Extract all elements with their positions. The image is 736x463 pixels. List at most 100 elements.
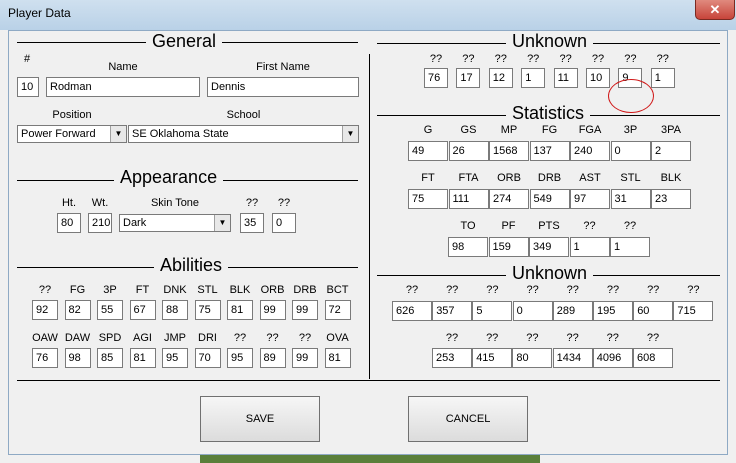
unknown2-field[interactable]: 715 <box>673 301 714 321</box>
stat-field[interactable]: 98 <box>448 237 488 257</box>
stat-field[interactable]: 137 <box>529 141 570 161</box>
ability-field[interactable]: 89 <box>259 348 286 368</box>
ability-field[interactable]: 98 <box>64 348 91 368</box>
stat-field[interactable]: 1568 <box>489 141 529 161</box>
unknown1-field[interactable]: 12 <box>488 68 513 88</box>
ability-label: FG <box>69 284 86 296</box>
unknown2-field[interactable]: 60 <box>633 301 674 321</box>
ability-field[interactable]: 99 <box>259 300 286 320</box>
unknown1-field[interactable]: 11 <box>553 68 578 88</box>
appearance-unknown-1-field[interactable]: 35 <box>240 213 264 233</box>
stat-field[interactable]: 31 <box>610 189 651 209</box>
title-bar[interactable]: Player Data ✕ <box>0 0 736 30</box>
number-field[interactable]: 10 <box>17 77 39 97</box>
unknown2-field[interactable]: 415 <box>472 348 513 368</box>
chevron-down-icon[interactable]: ▼ <box>342 126 358 142</box>
unknown2-label: ?? <box>606 332 619 344</box>
unknown2-field[interactable]: 4096 <box>592 348 633 368</box>
unknown2-label: ?? <box>566 332 579 344</box>
school-select[interactable]: SE Oklahoma State ▼ <box>128 125 359 143</box>
appearance-unknown-1-label: ?? <box>245 197 259 209</box>
unknown1-field[interactable]: 10 <box>586 68 610 88</box>
ability-field[interactable]: 81 <box>227 300 253 320</box>
ability-field[interactable]: 67 <box>129 300 156 320</box>
unknown1-label: ?? <box>559 53 572 65</box>
unknown2-field[interactable]: 5 <box>472 301 513 321</box>
unknown2-field[interactable]: 357 <box>432 301 473 321</box>
stat-label: STL <box>620 172 641 184</box>
ability-label: ?? <box>298 332 312 344</box>
unknown2-field[interactable]: 1434 <box>552 348 593 368</box>
ability-field[interactable]: 76 <box>32 348 58 368</box>
ability-field[interactable]: 70 <box>194 348 221 368</box>
stat-field[interactable]: 240 <box>570 141 610 161</box>
unknown2-field[interactable]: 0 <box>512 301 553 321</box>
stat-field[interactable]: 2 <box>651 141 691 161</box>
stat-label: DRB <box>537 172 562 184</box>
ability-label: OAW <box>32 332 58 344</box>
close-button[interactable]: ✕ <box>695 0 735 20</box>
unknown1-field[interactable]: 1 <box>650 68 675 88</box>
stat-label: AST <box>579 172 601 184</box>
ability-field[interactable]: 55 <box>97 300 123 320</box>
stat-field[interactable]: 549 <box>529 189 570 209</box>
skin-tone-value: Dark <box>123 217 147 229</box>
unknown2-label: ?? <box>526 332 539 344</box>
stat-field[interactable]: 1 <box>610 237 650 257</box>
save-button[interactable]: SAVE <box>200 396 320 442</box>
height-label: Ht. <box>61 197 77 209</box>
unknown2-label: ?? <box>687 284 700 296</box>
ability-field[interactable]: 95 <box>162 348 188 368</box>
stat-field[interactable]: 159 <box>488 237 529 257</box>
first-name-field[interactable]: Dennis <box>207 77 359 97</box>
stat-field[interactable]: 49 <box>408 141 448 161</box>
unknown2-label: ?? <box>405 284 419 296</box>
ability-field[interactable]: 99 <box>292 348 318 368</box>
unknown2-field[interactable]: 195 <box>593 301 633 321</box>
appearance-unknown-2-field[interactable]: 0 <box>272 213 296 233</box>
weight-label: Wt. <box>91 197 109 209</box>
weight-field[interactable]: 210 <box>88 213 112 233</box>
ability-field[interactable]: 95 <box>227 348 253 368</box>
ability-label: SPD <box>98 332 122 344</box>
unknown2-field[interactable]: 80 <box>512 348 553 368</box>
stat-field[interactable]: 0 <box>610 141 651 161</box>
chevron-down-icon[interactable]: ▼ <box>110 126 126 142</box>
unknown2-field[interactable]: 253 <box>432 348 472 368</box>
ability-label: DRI <box>198 332 217 344</box>
name-field[interactable]: Rodman <box>46 77 200 97</box>
skin-tone-select[interactable]: Dark ▼ <box>119 214 231 232</box>
ability-field[interactable]: 72 <box>324 300 351 320</box>
ability-field[interactable]: 99 <box>292 300 318 320</box>
stat-field[interactable]: 97 <box>570 189 610 209</box>
unknown1-field[interactable]: 1 <box>521 68 546 88</box>
ability-field[interactable]: 75 <box>194 300 221 320</box>
unknown1-field[interactable]: 17 <box>456 68 481 88</box>
ability-field[interactable]: 81 <box>324 348 351 368</box>
stat-field[interactable]: 349 <box>529 237 569 257</box>
ability-field[interactable]: 82 <box>64 300 91 320</box>
unknown1-field[interactable]: 76 <box>424 68 448 88</box>
cancel-button[interactable]: CANCEL <box>408 396 528 442</box>
first-name-label: First Name <box>256 61 310 73</box>
stat-field[interactable]: 75 <box>408 189 448 209</box>
unknown2-field[interactable]: 608 <box>633 348 673 368</box>
unknown2-field[interactable]: 626 <box>392 301 432 321</box>
unknown1-label: ?? <box>656 53 669 65</box>
stat-field[interactable]: 1 <box>569 237 610 257</box>
ability-field[interactable]: 85 <box>97 348 123 368</box>
position-select[interactable]: Power Forward ▼ <box>17 125 127 143</box>
chevron-down-icon[interactable]: ▼ <box>214 215 230 231</box>
stat-field[interactable]: 26 <box>448 141 489 161</box>
ability-field[interactable]: 92 <box>32 300 58 320</box>
highlight-circle <box>608 79 654 113</box>
stat-field[interactable]: 23 <box>651 189 691 209</box>
stat-field[interactable]: 111 <box>448 189 489 209</box>
unknown2-field[interactable]: 289 <box>552 301 593 321</box>
ability-field[interactable]: 81 <box>129 348 156 368</box>
stat-field[interactable]: 274 <box>489 189 529 209</box>
unknown1-label: ?? <box>591 53 605 65</box>
ability-field[interactable]: 88 <box>162 300 188 320</box>
window-title: Player Data <box>8 6 71 20</box>
height-field[interactable]: 80 <box>57 213 81 233</box>
